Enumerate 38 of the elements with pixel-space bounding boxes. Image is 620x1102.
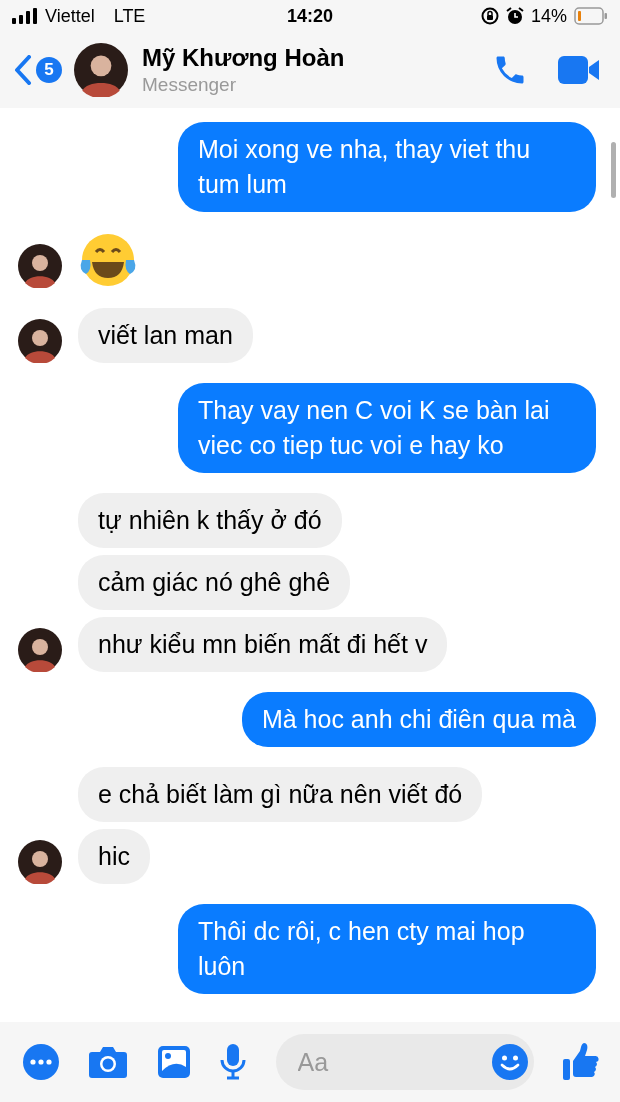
- laughing-emoji-icon: [78, 232, 138, 288]
- received-message: e chả biết làm gì nữa nên viết đó: [78, 767, 483, 822]
- rotation-lock-icon: [480, 7, 499, 25]
- sent-message: Thôi dc rôi, c hen cty mai hop luôn: [178, 904, 596, 994]
- scrollbar[interactable]: [611, 142, 616, 198]
- alarm-icon: [505, 7, 524, 25]
- video-camera-icon[interactable]: [558, 56, 600, 84]
- contact-name: Mỹ Khương Hoàn: [142, 44, 346, 72]
- avatar: [18, 628, 62, 672]
- message-input[interactable]: Aa: [275, 1034, 534, 1090]
- avatar: [18, 244, 62, 288]
- contact-subtitle: Messenger: [142, 74, 237, 96]
- microphone-icon[interactable]: [219, 1043, 248, 1081]
- received-message: tự nhiên k thấy ở đó: [78, 493, 342, 548]
- received-message: viết lan man: [78, 308, 253, 363]
- thumbs-up-icon[interactable]: [561, 1042, 600, 1082]
- emoji-icon[interactable]: [491, 1044, 528, 1080]
- back-chevron-icon: [14, 55, 32, 85]
- battery-icon: [574, 7, 608, 25]
- avatar: [18, 319, 62, 363]
- network-type: LTE: [113, 5, 146, 27]
- signal-icon: [12, 8, 38, 24]
- more-icon[interactable]: [22, 1043, 60, 1081]
- received-message: cảm giác nó ghê ghê: [78, 555, 351, 610]
- sent-message: Moi xong ve nha, thay viet thu tum lum: [178, 122, 596, 212]
- back-button[interactable]: 5: [14, 55, 62, 85]
- image-icon[interactable]: [156, 1045, 191, 1079]
- clock-time: 14:20: [285, 5, 334, 27]
- carrier-name: Viettel: [45, 5, 95, 27]
- battery-percent: 14%: [530, 5, 567, 27]
- camera-icon[interactable]: [88, 1045, 129, 1079]
- received-message: hic: [78, 829, 150, 884]
- sent-message: Thay vay nen C voi K se bàn lai viec co tiep tuc voi e hay ko: [178, 383, 596, 473]
- received-message: như kiểu mn biến mất đi hết v: [78, 617, 448, 672]
- avatar: [74, 43, 128, 97]
- avatar: [18, 840, 62, 884]
- unread-badge: 5: [36, 57, 62, 83]
- sent-message: Mà hoc anh chi điên qua mà: [241, 692, 596, 747]
